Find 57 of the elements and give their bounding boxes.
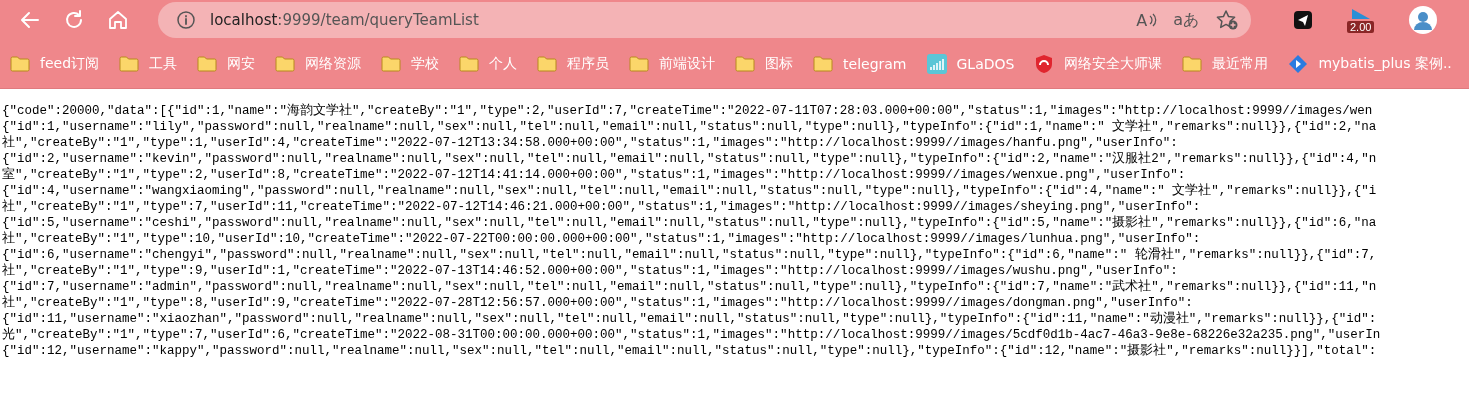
json-text-line: 社","createBy":"1","type":1,"userId":4,"createTime":"2022-07-12T13:34:58.000+00:00","status":1,"images":"http://localhost:9999//images/hanfu.png","userInfo":: [2, 135, 1178, 151]
folder-icon: [537, 56, 558, 72]
triangle-icon: [1349, 7, 1372, 21]
json-text-line: {"id":7,"username":"admin","password":null,"realname":null,"sex":null,"tel":null,"email":null,"status":null,"type":null},"typeInfo":{"id":7,"name":"武术社","remarks":null}},{"id":11,"n: [2, 279, 1377, 295]
diamond-icon: [1288, 54, 1309, 74]
bookmark[interactable]: 网络安全大师课: [1028, 54, 1169, 74]
bookmark[interactable]: 网安: [191, 55, 262, 73]
bookmark[interactable]: 最近常用: [1176, 55, 1275, 73]
translate-button[interactable]: aあ: [1165, 9, 1207, 31]
bookmark[interactable]: mybatis_plus 案例..: [1282, 54, 1458, 74]
bookmark[interactable]: GLaDOS: [920, 54, 1021, 74]
sound-waves-icon: [1149, 13, 1158, 27]
add-favorite-icon[interactable]: [1215, 9, 1239, 31]
bookmark[interactable]: telegram: [807, 56, 913, 72]
bookmark[interactable]: 前端设计: [623, 55, 722, 73]
json-text-line: 社","createBy":"1","type":8,"userId":9,"createTime":"2022-07-28T12:56:57.000+00:00","status":1,"images":"http://localhost:9999//images/dongman.png","userInfo":: [2, 295, 1193, 311]
json-text-line: {"code":20000,"data":[{"id":1,"name":"海韵文学社","createBy":"1","type":2,"userId":7,"createTime":"2022-07-11T07:28:03.000+00:00","status":1,"images":"http://localhost:9999//images/wen: [2, 103, 1373, 119]
json-text-line: {"id":4,"username":"wangxiaoming","password":null,"realname":null,"sex":null,"tel":null,"email":null,"status":null,"type":null},"typeInfo":{"id":4,"name":" 文学社","remarks":null}},{"i: [2, 183, 1377, 199]
json-text-line: {"id":6,"username":"chengyi","password":null,"realname":null,"sex":null,"tel":null,"email":null,"status":null,"type":null},"typeInfo":{"id":6,"name":" 轮滑社","remarks":null}},{"id":7,: [2, 247, 1377, 263]
bookmark[interactable]: 工具: [113, 55, 184, 73]
json-text-line: 光","createBy":"1","type":7,"userId":6,"createTime":"2022-08-31T00:00:00.000+00:00","status":1,"images":"http://localhost:9999//images/5cdf0d1b-4ac7-46a3-9e8e-68226e32a235.png","userIn: [2, 327, 1381, 343]
json-text-line: {"id":12,"username":"kappy","password":null,"realname":null,"sex":null,"tel":null,"email":null,"status":null,"type":null},"typeInfo":{"id":12,"name":"摄影社","remarks":null}}],"total":: [2, 343, 1377, 359]
bars-icon: [926, 54, 947, 74]
json-text-line: 社","createBy":"1","type":7,"userId":11,"createTime":"2022-07-12T14:46:21.000+00:00","status":1,"images":"http://localhost:9999//images/sheying.png","userInfo":: [2, 199, 1201, 215]
back-arrow-icon: [19, 9, 41, 31]
folder-icon: [1182, 56, 1203, 72]
json-text-line: 社","createBy":"1","type":9,"userId":1,"createTime":"2022-07-13T14:46:52.000+00:00","status":1,"images":"http://localhost:9999//images/wushu.png","userInfo":: [2, 263, 1178, 279]
address-bar[interactable]: localhost:9999/team/queryTeamList A aあ: [158, 2, 1251, 38]
folder-icon: [10, 56, 30, 72]
json-text-line: 室","createBy":"1","type":2,"userId":8,"createTime":"2022-07-12T14:41:14.000+00:00","status":1,"images":"http://localhost:9999//images/wenxue.png","userInfo":: [2, 167, 1186, 183]
bookmark[interactable]: 学校: [375, 55, 446, 73]
bookmark[interactable]: 图标: [729, 55, 800, 73]
json-text-line: 社","createBy":"1","type":10,"userId":10,"createTime":"2022-07-22T00:00:00.000+00:00","status":1,"images":"http://localhost:9999//images/lunhua.png","userInfo":: [2, 231, 1201, 247]
refresh-icon: [63, 9, 85, 31]
folder-icon: [459, 56, 480, 72]
extension-button[interactable]: 2.00: [1347, 7, 1375, 33]
folder-icon: [735, 56, 756, 72]
folder-icon: [197, 56, 218, 72]
bookmark[interactable]: 程序员: [531, 55, 616, 73]
info-icon[interactable]: [176, 10, 196, 30]
folder-icon: [381, 56, 402, 72]
json-text-line: {"id":1,"username":"lily","password":null,"realname":null,"sex":null,"tel":null,"email":null,"status":null,"type":null},"typeInfo":{"id":1,"name":" 文学社","remarks":null}},{"id":2,"na: [2, 119, 1377, 135]
read-aloud-button[interactable]: A: [1128, 10, 1166, 30]
avatar-icon[interactable]: [1408, 5, 1439, 35]
bookmark[interactable]: 网络资源: [269, 55, 368, 73]
folder-icon: [119, 56, 140, 72]
bookmark[interactable]: feed订阅: [4, 55, 106, 73]
json-text-line: {"id":5,"username":"ceshi","password":null,"realname":null,"sex":null,"tel":null,"email":null,"status":null,"type":null},"typeInfo":{"id":5,"name":"摄影社","remarks":null}},{"id":6,"na: [2, 215, 1377, 231]
folder-icon: [629, 56, 650, 72]
folder-icon: [813, 56, 834, 72]
paper-plane-extension-icon[interactable]: [1293, 10, 1313, 30]
bookmark[interactable]: 个人: [453, 55, 524, 73]
shield-icon: [1034, 54, 1055, 74]
folder-icon: [275, 56, 296, 72]
json-text-line: {"id":11,"username":"xiaozhan","password":null,"realname":null,"sex":null,"tel":null,"email":null,"status":null,"type":null},"typeInfo":{"id":11,"name":"动漫社","remarks":null}},{"id":: [2, 311, 1377, 327]
home-icon: [107, 9, 129, 31]
json-text-line: {"id":2,"username":"kevin","password":null,"realname":null,"sex":null,"tel":null,"email":null,"status":null,"type":null},"typeInfo":{"id":2,"name":"汉服社2","remarks":null}},{"id":4,"n: [2, 151, 1377, 167]
